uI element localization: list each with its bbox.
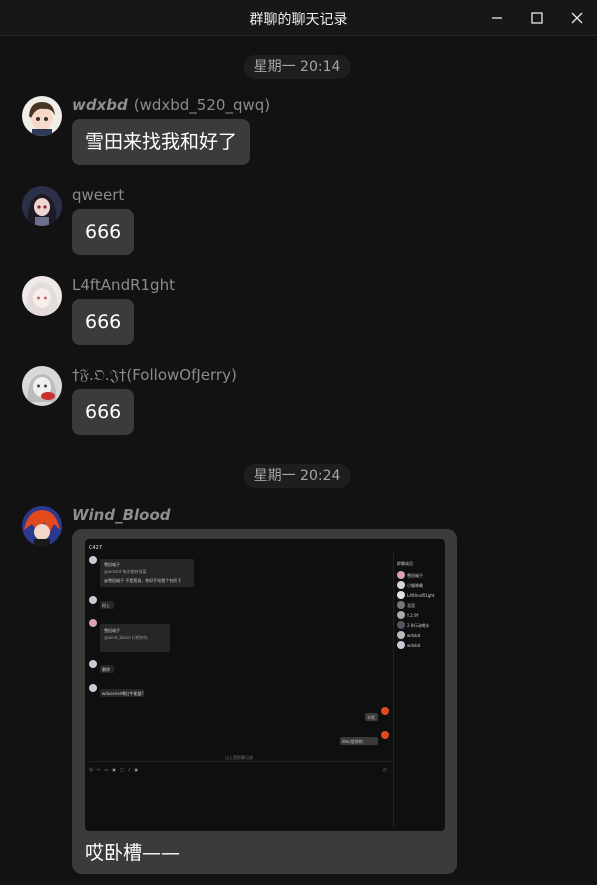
embedded-message-text: 卡死 <box>367 715 375 720</box>
embedded-divider <box>393 551 394 827</box>
embedded-member: 2.8行动喝水 <box>407 623 430 628</box>
avatar[interactable] <box>22 276 62 316</box>
title-bar: 群聊的聊天记录 <box>0 0 597 36</box>
embedded-reply-text: @雪田喵子 不是我说，你好歹给我个台阶下 <box>104 578 182 583</box>
avatar <box>397 591 405 599</box>
embedded-reply-body: @wind_blood 行吧你先 <box>104 635 148 640</box>
avatar <box>397 601 405 609</box>
sender-name: †𝔉.𝔒.𝔍†(FollowOfJerry) <box>72 366 237 384</box>
embedded-member: 小猫咪嘞 <box>407 583 423 588</box>
avatar <box>397 571 405 579</box>
embedded-member: wdxbd <box>407 643 421 648</box>
avatar[interactable] <box>22 366 62 406</box>
embedded-member: 雪田喵子 <box>407 573 423 578</box>
avatar <box>397 631 405 639</box>
avatar <box>89 660 97 668</box>
embedded-member: 北昆 <box>407 603 415 608</box>
avatar <box>397 581 405 589</box>
embedded-message-text: 删除 <box>102 667 110 672</box>
embedded-header: C427 <box>89 545 103 551</box>
avatar <box>89 684 97 692</box>
message-caption: 哎卧槽—— <box>85 842 181 864</box>
embedded-input-hint: 以上是群聊记录 <box>225 755 253 760</box>
avatar <box>397 641 405 649</box>
avatar <box>89 556 97 564</box>
embedded-reply-body: @wdxbd 每次都有惊喜 <box>104 569 147 574</box>
embedded-message-text: 同上 <box>102 603 110 608</box>
message-bubble[interactable]: 666 <box>72 299 135 345</box>
embedded-divider <box>87 761 391 762</box>
avatar <box>397 611 405 619</box>
sender-name: L4ftAndR1ght <box>72 276 175 294</box>
close-icon <box>571 12 583 24</box>
timestamp-divider: 星期一 20:24 <box>243 464 351 488</box>
embedded-member: †.2.9† <box>407 613 419 618</box>
embedded-reply-title: 雪田喵子 <box>104 628 120 633</box>
timestamp-divider: 星期一 20:14 <box>243 55 351 79</box>
embedded-sidebar-title: 群聊成员 <box>397 561 413 566</box>
embedded-reply-title: 雪田喵子 <box>104 562 120 567</box>
embedded-member: L4ftAndR1ght <box>407 593 435 598</box>
minimize-icon <box>491 12 503 24</box>
avatar <box>381 731 389 739</box>
sender-name: Wind_Blood <box>72 506 171 524</box>
sender-name: wdxbd (wdxbd_520_qwq) <box>72 96 271 114</box>
message-bubble[interactable]: 666 <box>72 389 135 435</box>
sender-name: qweert <box>72 186 125 204</box>
avatar <box>89 596 97 604</box>
message-bubble[interactable]: 666 <box>72 209 135 255</box>
message-bubble[interactable]: 雪田来找我和好了 <box>72 119 251 165</box>
close-button[interactable] <box>564 6 590 30</box>
embedded-member: wdxbd <box>407 633 421 638</box>
minimize-button[interactable] <box>484 6 510 30</box>
avatar <box>381 707 389 715</box>
avatar <box>397 621 405 629</box>
clock-icon: ◷ <box>383 767 387 772</box>
embedded-message-text: dmc信你的 <box>342 739 363 744</box>
embedded-chat-screenshot[interactable]: C427 群聊成员 雪田喵子 小猫咪嘞 L4ftAndR1ght 北昆 †.2.… <box>85 539 445 831</box>
avatar[interactable] <box>22 186 62 226</box>
embedded-message-text: wdxseirer喝红牛能量? <box>102 691 144 696</box>
embedded-toolbar-icons: ☺✂▭▣▢♪▣ <box>89 767 143 772</box>
image-message-bubble[interactable]: C427 群聊成员 雪田喵子 小猫咪嘞 L4ftAndR1ght 北昆 †.2.… <box>72 529 457 874</box>
avatar[interactable] <box>22 96 62 136</box>
maximize-button[interactable] <box>524 6 550 30</box>
maximize-icon <box>531 12 543 24</box>
avatar[interactable] <box>22 506 62 546</box>
avatar <box>89 619 97 627</box>
